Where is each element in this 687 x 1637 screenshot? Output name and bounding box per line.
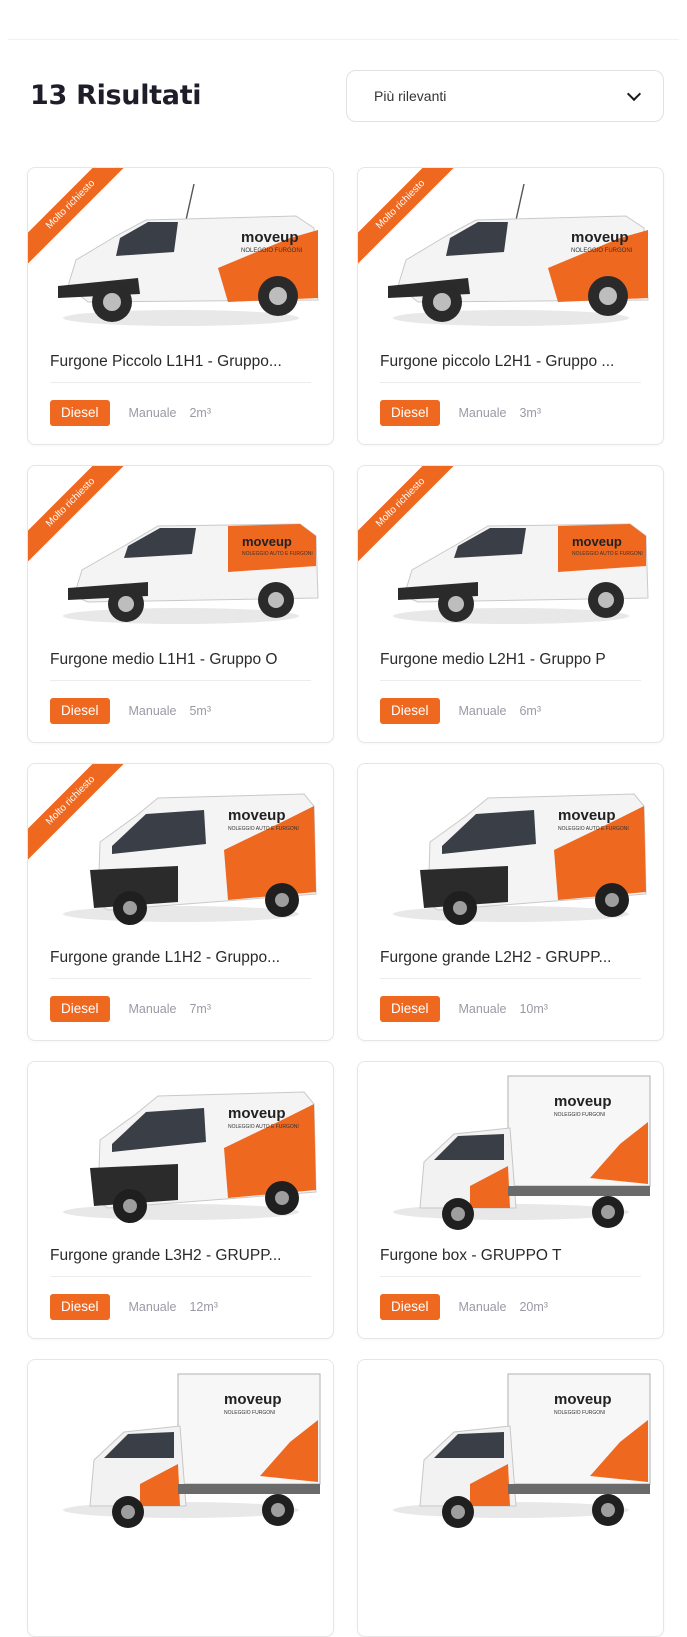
volume-label: 20m³ (519, 1300, 548, 1314)
van-image: moveup NOLEGGIO FURGONI (388, 183, 649, 326)
van-image: moveup NOLEGGIO FURGONI (58, 183, 319, 326)
van-card[interactable]: moveup NOLEGGIO AUTO E FURGONI Furgone gra… (357, 763, 664, 1041)
transmission-label: Manuale (458, 406, 507, 420)
fuel-badge: Diesel (380, 1294, 440, 1320)
van-title[interactable]: Furgone grande L3H2 - GRUPP... (50, 1246, 311, 1277)
svg-text:moveup: moveup (224, 1391, 282, 1408)
van-specs: Diesel Manuale 2m³ (50, 400, 224, 426)
sort-dropdown[interactable]: Più rilevanti (346, 70, 664, 122)
van-card[interactable]: moveup NOLEGGIO AUTO E FURGONI Molto richi… (27, 465, 334, 743)
fuel-badge: Diesel (50, 698, 110, 724)
van-card[interactable]: moveup NOLEGGIO FURGONI (27, 1359, 334, 1637)
volume-label: 12m³ (189, 1300, 218, 1314)
svg-text:NOLEGGIO FURGONI: NOLEGGIO FURGONI (241, 248, 303, 254)
transmission-label: Manuale (458, 1002, 507, 1016)
transmission-label: Manuale (128, 704, 177, 718)
volume-label: 7m³ (189, 1002, 211, 1016)
van-card[interactable]: moveup NOLEGGIO FURGONI Molto richiesto Fur… (27, 167, 334, 445)
svg-text:NOLEGGIO AUTO E FURGONI: NOLEGGIO AUTO E FURGONI (242, 551, 313, 557)
svg-text:moveup: moveup (554, 1093, 612, 1110)
svg-text:NOLEGGIO AUTO E FURGONI: NOLEGGIO AUTO E FURGONI (558, 826, 629, 832)
transmission-label: Manuale (458, 1300, 507, 1314)
results-count-title: 13 Risultati (30, 80, 202, 111)
svg-text:moveup: moveup (228, 807, 286, 824)
van-title[interactable]: Furgone Piccolo L1H1 - Gruppo... (50, 352, 311, 383)
van-title[interactable]: Furgone piccolo L2H1 - Gruppo ... (380, 352, 641, 383)
volume-label: 5m³ (189, 704, 211, 718)
van-image: moveup NOLEGGIO AUTO E FURGONI (393, 793, 647, 925)
van-title[interactable]: Furgone box - GRUPPO T (380, 1246, 641, 1277)
chevron-down-icon (626, 86, 642, 101)
svg-text:NOLEGGIO AUTO E FURGONI: NOLEGGIO AUTO E FURGONI (572, 551, 643, 557)
van-specs: Diesel Manuale 6m³ (380, 698, 554, 724)
fuel-badge: Diesel (50, 996, 110, 1022)
van-card[interactable]: moveup NOLEGGIO FURGONI (357, 1359, 664, 1637)
van-title[interactable]: Furgone medio L2H1 - Gruppo P (380, 650, 641, 681)
van-specs: Diesel Manuale 20m³ (380, 1294, 561, 1320)
van-image: moveup NOLEGGIO FURGONI (63, 1373, 321, 1528)
van-card[interactable]: moveup NOLEGGIO AUTO E FURGONI Molto richi… (27, 763, 334, 1041)
svg-text:moveup: moveup (554, 1391, 612, 1408)
van-title[interactable]: Furgone grande L2H2 - GRUPP... (380, 948, 641, 979)
top-divider (8, 39, 679, 40)
svg-text:moveup: moveup (228, 1105, 286, 1122)
svg-text:NOLEGGIO FURGONI: NOLEGGIO FURGONI (554, 1112, 605, 1118)
volume-label: 6m³ (519, 704, 541, 718)
van-image: moveup NOLEGGIO AUTO E FURGONI (63, 523, 319, 624)
svg-text:moveup: moveup (558, 807, 616, 824)
svg-text:NOLEGGIO AUTO E FURGONI: NOLEGGIO AUTO E FURGONI (228, 826, 299, 832)
transmission-label: Manuale (128, 1002, 177, 1016)
sort-selected-value: Più rilevanti (374, 88, 447, 104)
van-image: moveup NOLEGGIO FURGONI (393, 1075, 651, 1230)
van-specs: Diesel Manuale 3m³ (380, 400, 554, 426)
volume-label: 3m³ (519, 406, 541, 420)
transmission-label: Manuale (128, 1300, 177, 1314)
svg-text:moveup: moveup (571, 229, 629, 246)
van-image: moveup NOLEGGIO AUTO E FURGONI (393, 523, 649, 624)
svg-text:NOLEGGIO FURGONI: NOLEGGIO FURGONI (554, 1410, 605, 1416)
fuel-badge: Diesel (50, 400, 110, 426)
van-card[interactable]: moveup NOLEGGIO AUTO E FURGONI Furgone gra… (27, 1061, 334, 1339)
van-card[interactable]: moveup NOLEGGIO FURGONI Furgone box - GRUP… (357, 1061, 664, 1339)
fuel-badge: Diesel (380, 698, 440, 724)
volume-label: 2m³ (189, 406, 211, 420)
van-card[interactable]: moveup NOLEGGIO FURGONI Molto richiesto Fur… (357, 167, 664, 445)
van-title[interactable]: Furgone grande L1H2 - Gruppo... (50, 948, 311, 979)
van-image: moveup NOLEGGIO AUTO E FURGONI (63, 793, 317, 925)
transmission-label: Manuale (128, 406, 177, 420)
van-specs: Diesel Manuale 5m³ (50, 698, 224, 724)
svg-text:moveup: moveup (572, 534, 622, 549)
svg-text:NOLEGGIO FURGONI: NOLEGGIO FURGONI (224, 1410, 275, 1416)
svg-text:moveup: moveup (241, 229, 299, 246)
svg-text:NOLEGGIO FURGONI: NOLEGGIO FURGONI (571, 248, 633, 254)
fuel-badge: Diesel (380, 400, 440, 426)
van-image: moveup NOLEGGIO FURGONI (393, 1373, 651, 1528)
svg-text:moveup: moveup (242, 534, 292, 549)
svg-text:NOLEGGIO AUTO E FURGONI: NOLEGGIO AUTO E FURGONI (228, 1124, 299, 1130)
fuel-badge: Diesel (380, 996, 440, 1022)
van-specs: Diesel Manuale 12m³ (50, 1294, 231, 1320)
van-image: moveup NOLEGGIO AUTO E FURGONI (63, 1091, 317, 1223)
fuel-badge: Diesel (50, 1294, 110, 1320)
van-card[interactable]: moveup NOLEGGIO AUTO E FURGONI Molto richi… (357, 465, 664, 743)
van-title[interactable]: Furgone medio L1H1 - Gruppo O (50, 650, 311, 681)
results-grid: moveup NOLEGGIO FURGONI Molto richiesto Fur… (27, 167, 665, 1637)
volume-label: 10m³ (519, 1002, 548, 1016)
van-specs: Diesel Manuale 7m³ (50, 996, 224, 1022)
transmission-label: Manuale (458, 704, 507, 718)
van-specs: Diesel Manuale 10m³ (380, 996, 561, 1022)
